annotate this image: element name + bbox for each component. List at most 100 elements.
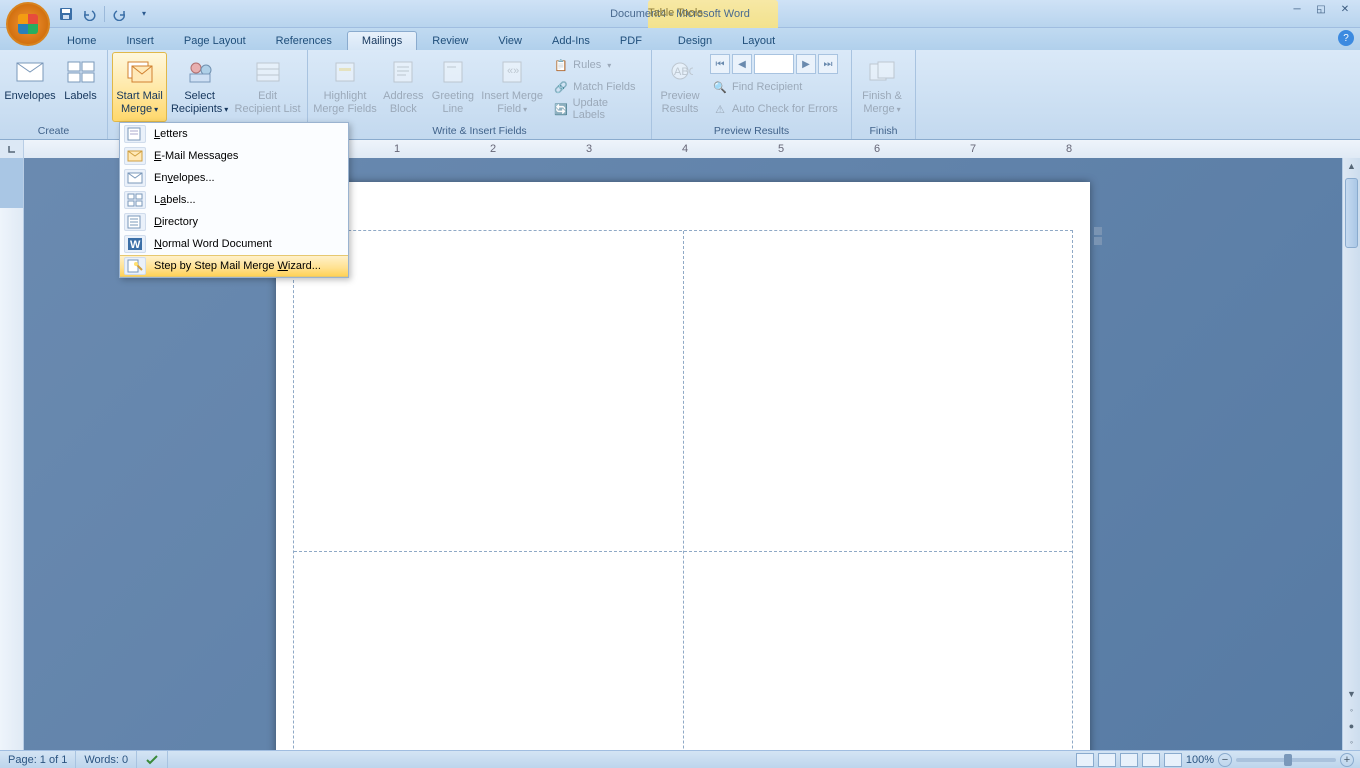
select-recipients-label: Select Recipients (171, 90, 228, 115)
help-icon[interactable]: ? (1338, 30, 1354, 46)
word-icon: W (124, 235, 146, 253)
insert-merge-field-button: «» Insert Merge Field (479, 52, 545, 122)
page[interactable] (276, 182, 1090, 750)
ribbon-tab-references[interactable]: References (261, 31, 347, 50)
window-controls: ─ ◱ ✕ (1286, 2, 1356, 16)
dropdown-item-label: Labels... (154, 194, 196, 206)
update-labels-button: 🔄Update Labels (547, 98, 647, 120)
close-button[interactable]: ✕ (1334, 2, 1356, 16)
table-vline (683, 231, 684, 750)
greeting-label: Greeting Line (432, 90, 474, 115)
qat-customize-dropdown[interactable] (133, 4, 153, 24)
qat-save-icon[interactable] (56, 4, 76, 24)
prev-record-button[interactable]: ◀ (732, 54, 752, 74)
find-recipient-button: 🔍Find Recipient (706, 76, 844, 98)
zoom-out-button[interactable]: − (1218, 753, 1232, 767)
preview-icon: ABC (664, 56, 696, 88)
word-count[interactable]: Words: 0 (76, 751, 137, 768)
zoom-level[interactable]: 100% (1186, 754, 1214, 766)
qat-redo-icon[interactable] (110, 4, 130, 24)
rules-icon: 📋 (553, 57, 569, 73)
edit-recipient-list-button: Edit Recipient List (232, 52, 303, 122)
qat-separator (104, 6, 105, 22)
dropdown-item-label[interactable]: Labels... (120, 189, 348, 211)
scroll-down-button[interactable]: ▼ (1343, 686, 1360, 702)
office-logo-icon (18, 14, 38, 34)
insert-field-icon: «» (496, 56, 528, 88)
group-finish-label: Finish (856, 124, 911, 139)
group-create: Envelopes Labels Create (0, 50, 108, 139)
draft-view-button[interactable] (1164, 753, 1182, 767)
ribbon-tab-review[interactable]: Review (417, 31, 483, 50)
preview-label: Preview Results (660, 90, 699, 115)
column-markers[interactable] (1094, 227, 1102, 245)
prev-page-button[interactable]: ◦ (1343, 702, 1360, 718)
write-small-stack: 📋Rules 🔗Match Fields 🔄Update Labels (547, 52, 647, 120)
dropdown-item-label: Step by Step Mail Merge Wizard... (154, 260, 321, 272)
dropdown-item-word[interactable]: WNormal Word Document (120, 233, 348, 255)
labels-button[interactable]: Labels (58, 52, 103, 122)
record-number-input[interactable] (754, 54, 794, 74)
vertical-scrollbar[interactable]: ▲ ▼ ◦ ● ◦ (1342, 158, 1360, 750)
page-status[interactable]: Page: 1 of 1 (0, 751, 76, 768)
zoom-thumb[interactable] (1284, 754, 1292, 766)
ribbon-tab-add-ins[interactable]: Add-Ins (537, 31, 605, 50)
finish-label: Finish & Merge (862, 90, 902, 115)
ribbon-tab-home[interactable]: Home (52, 31, 111, 50)
ribbon-tab-insert[interactable]: Insert (111, 31, 169, 50)
next-page-button[interactable]: ◦ (1343, 734, 1360, 750)
highlight-merge-fields-button: Highlight Merge Fields (312, 52, 378, 122)
full-screen-view-button[interactable] (1098, 753, 1116, 767)
svg-text:W: W (130, 239, 141, 251)
status-bar: Page: 1 of 1 Words: 0 100% − + (0, 750, 1360, 768)
ribbon-tab-design[interactable]: Design (663, 31, 727, 50)
dropdown-item-dir[interactable]: Directory (120, 211, 348, 233)
insert-field-label: Insert Merge Field (481, 90, 543, 115)
dropdown-item-letter[interactable]: Letters (120, 123, 348, 145)
ribbon-tab-layout[interactable]: Layout (727, 31, 790, 50)
label-table[interactable] (293, 230, 1073, 750)
svg-text:ABC: ABC (674, 66, 693, 78)
mail-merge-icon (124, 56, 156, 88)
ribbon-tab-mailings[interactable]: Mailings (347, 31, 417, 50)
office-button[interactable] (6, 2, 50, 46)
ribbon-tab-view[interactable]: View (483, 31, 537, 50)
quick-access-toolbar (56, 4, 153, 24)
ribbon-tab-pdf[interactable]: PDF (605, 31, 657, 50)
outline-view-button[interactable] (1142, 753, 1160, 767)
edit-list-icon (252, 56, 284, 88)
web-layout-view-button[interactable] (1120, 753, 1138, 767)
scroll-up-button[interactable]: ▲ (1343, 158, 1360, 174)
print-layout-view-button[interactable] (1076, 753, 1094, 767)
scroll-thumb[interactable] (1345, 178, 1358, 248)
first-record-button[interactable]: ⏮ (710, 54, 730, 74)
browse-object-button[interactable]: ● (1343, 718, 1360, 734)
tabs-row: HomeInsertPage LayoutReferencesMailingsR… (52, 31, 790, 50)
highlight-icon (329, 56, 361, 88)
dir-icon (124, 213, 146, 231)
zoom-slider[interactable] (1236, 758, 1336, 762)
start-mail-merge-button[interactable]: Start Mail Merge (112, 52, 167, 122)
next-record-button[interactable]: ▶ (796, 54, 816, 74)
greeting-line-button: Greeting Line (429, 52, 478, 122)
email-icon (124, 147, 146, 165)
dropdown-item-email[interactable]: E-Mail Messages (120, 145, 348, 167)
dropdown-item-wizard[interactable]: Step by Step Mail Merge Wizard... (120, 255, 348, 277)
table-hline (294, 551, 1072, 552)
qat-undo-icon[interactable] (79, 4, 99, 24)
restore-button[interactable]: ◱ (1310, 2, 1332, 16)
title-bar: Document4 - Microsoft Word Table Tools ─… (0, 0, 1360, 28)
vertical-ruler[interactable] (0, 158, 24, 750)
spell-check-icon[interactable] (137, 751, 168, 768)
finish-merge-button: Finish & Merge (856, 52, 908, 122)
tab-selector[interactable] (0, 140, 24, 158)
zoom-in-button[interactable]: + (1340, 753, 1354, 767)
minimize-button[interactable]: ─ (1286, 2, 1308, 16)
last-record-button[interactable]: ⏭ (818, 54, 838, 74)
envelopes-button[interactable]: Envelopes (4, 52, 56, 122)
envelope-icon (124, 169, 146, 187)
dropdown-item-envelope[interactable]: Envelopes... (120, 167, 348, 189)
ribbon-tabs: HomeInsertPage LayoutReferencesMailingsR… (0, 28, 1360, 50)
select-recipients-button[interactable]: Select Recipients (169, 52, 230, 122)
ribbon-tab-page-layout[interactable]: Page Layout (169, 31, 261, 50)
